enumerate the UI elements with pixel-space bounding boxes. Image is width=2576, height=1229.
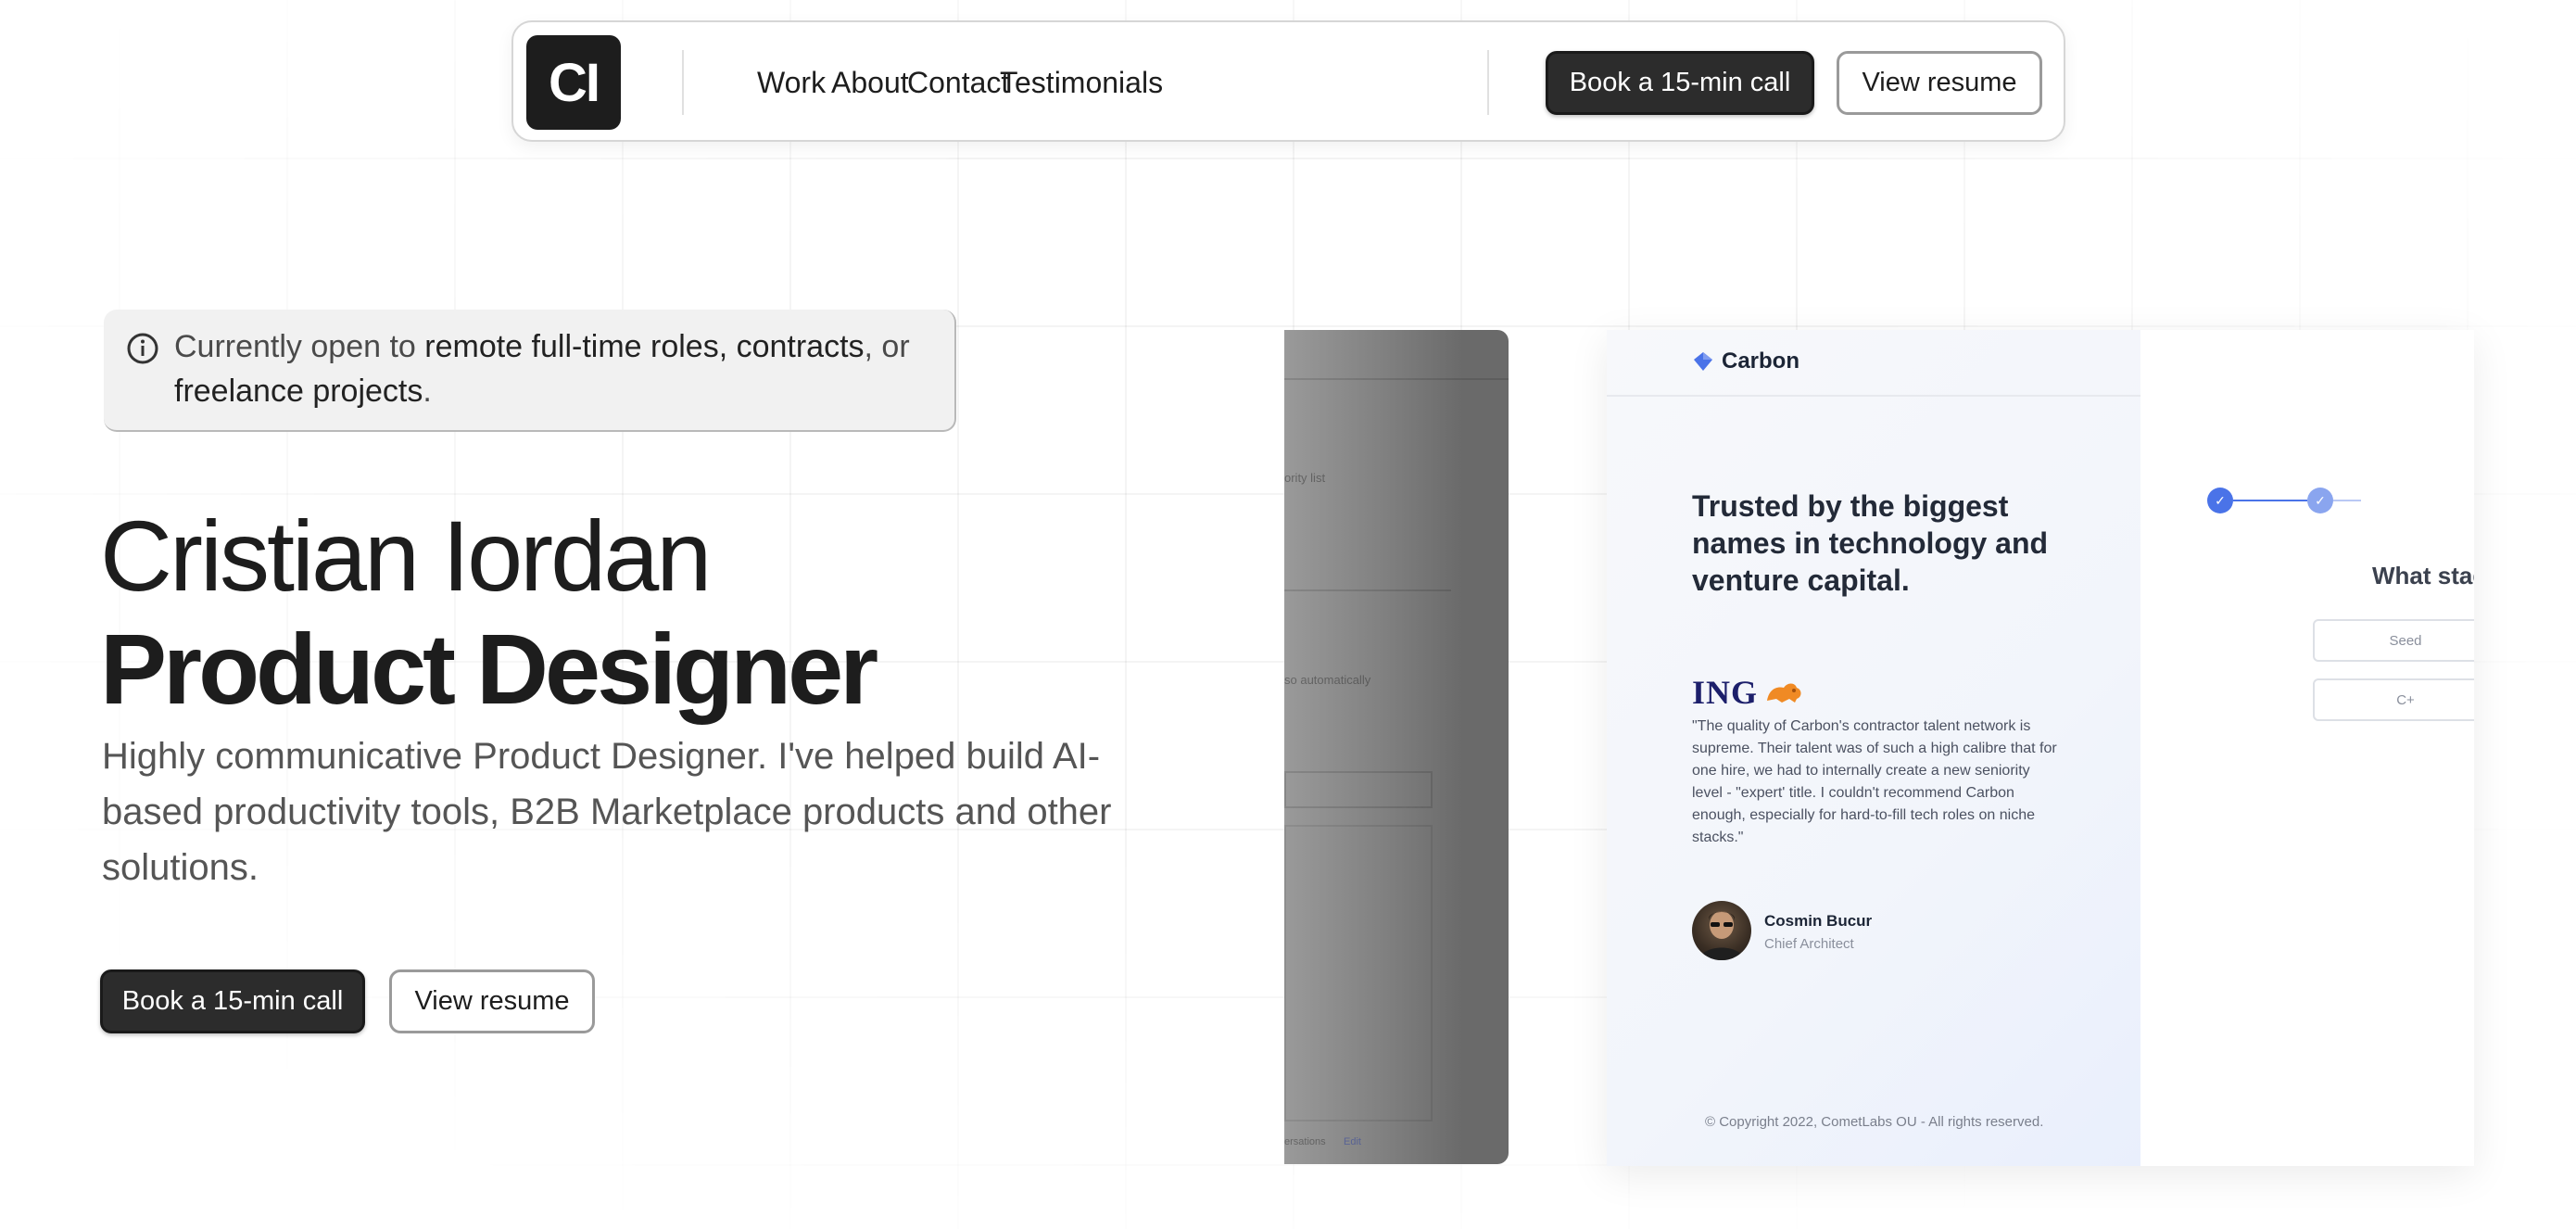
preview-text: Edit xyxy=(1344,1136,1361,1147)
logo[interactable]: CI xyxy=(526,35,621,130)
hero-name: Cristian Iordan xyxy=(100,500,712,612)
top-navbar: CI Work About Contact Testimonials Book … xyxy=(511,20,2065,142)
person-name: Cosmin Bucur xyxy=(1764,912,1873,930)
nav-divider xyxy=(682,50,684,115)
step-check-icon: ✓ xyxy=(2307,488,2333,513)
carbon-copyright: © Copyright 2022, CometLabs OU - All rig… xyxy=(1705,1114,2044,1130)
nav-link-about[interactable]: About xyxy=(831,59,909,106)
nav-divider xyxy=(1487,50,1489,115)
book-call-button[interactable]: Book a 15-min call xyxy=(1546,51,1814,115)
ing-logo: ING xyxy=(1692,673,1804,712)
preview-divider xyxy=(1284,589,1451,591)
preview-panel xyxy=(1284,825,1433,1121)
stage-question: What stag xyxy=(2372,562,2474,589)
testimonial-quote: "The quality of Carbon's contractor tale… xyxy=(1692,718,2057,845)
avatar xyxy=(1692,901,1751,960)
avatar-portrait xyxy=(1699,911,1744,960)
step-connector xyxy=(2233,500,2307,501)
carbon-brand: Carbon xyxy=(1692,348,1799,374)
banner-highlight-freelance: freelance projects xyxy=(174,374,423,409)
banner-highlight-roles: remote full-time roles, contracts xyxy=(424,329,865,364)
banner-text-middle: , or xyxy=(864,329,910,364)
stage-option-c-plus[interactable]: C+ xyxy=(2313,678,2474,721)
project-preview-carbon[interactable]: Carbon Trusted by the biggest names in t… xyxy=(1607,330,2474,1166)
carbon-header-divider xyxy=(1607,395,2140,397)
nav-link-work[interactable]: Work xyxy=(757,59,826,106)
hero-view-resume-button[interactable]: View resume xyxy=(389,969,595,1033)
carbon-brand-name: Carbon xyxy=(1722,348,1799,374)
availability-text: Currently open to remote full-time roles… xyxy=(174,324,934,413)
preview-text: ority list xyxy=(1284,471,1326,485)
nav-link-testimonials[interactable]: Testimonials xyxy=(1000,59,1163,106)
nav-link-contact[interactable]: Contact xyxy=(907,59,1009,106)
preview-divider xyxy=(1284,378,1509,380)
banner-text-prefix: Currently open to xyxy=(174,329,425,364)
hero-role: Product Designer xyxy=(100,613,878,725)
availability-banner: Currently open to remote full-time roles… xyxy=(104,310,956,432)
project-preview-dark[interactable]: ority list so automatically ersations Ed… xyxy=(1284,330,1509,1164)
view-resume-button[interactable]: View resume xyxy=(1837,51,2042,115)
preview-input xyxy=(1284,771,1433,808)
step-check-icon: ✓ xyxy=(2207,488,2233,513)
lion-icon xyxy=(1767,683,1801,703)
hero-book-call-button[interactable]: Book a 15-min call xyxy=(100,969,365,1033)
banner-text-suffix: . xyxy=(423,374,432,409)
stage-option-seed[interactable]: Seed xyxy=(2313,619,2474,662)
hero-description: Highly communicative Product Designer. I… xyxy=(102,736,1112,888)
step-connector xyxy=(2333,500,2361,501)
preview-text: ersations xyxy=(1284,1136,1326,1147)
carbon-title: Trusted by the biggest names in technolo… xyxy=(1692,489,2049,597)
person-role: Chief Architect xyxy=(1764,936,1854,952)
carbon-diamond-icon xyxy=(1694,352,1712,371)
preview-text: so automatically xyxy=(1284,673,1371,687)
ing-logo-text: ING xyxy=(1692,674,1759,711)
info-icon xyxy=(127,333,158,364)
